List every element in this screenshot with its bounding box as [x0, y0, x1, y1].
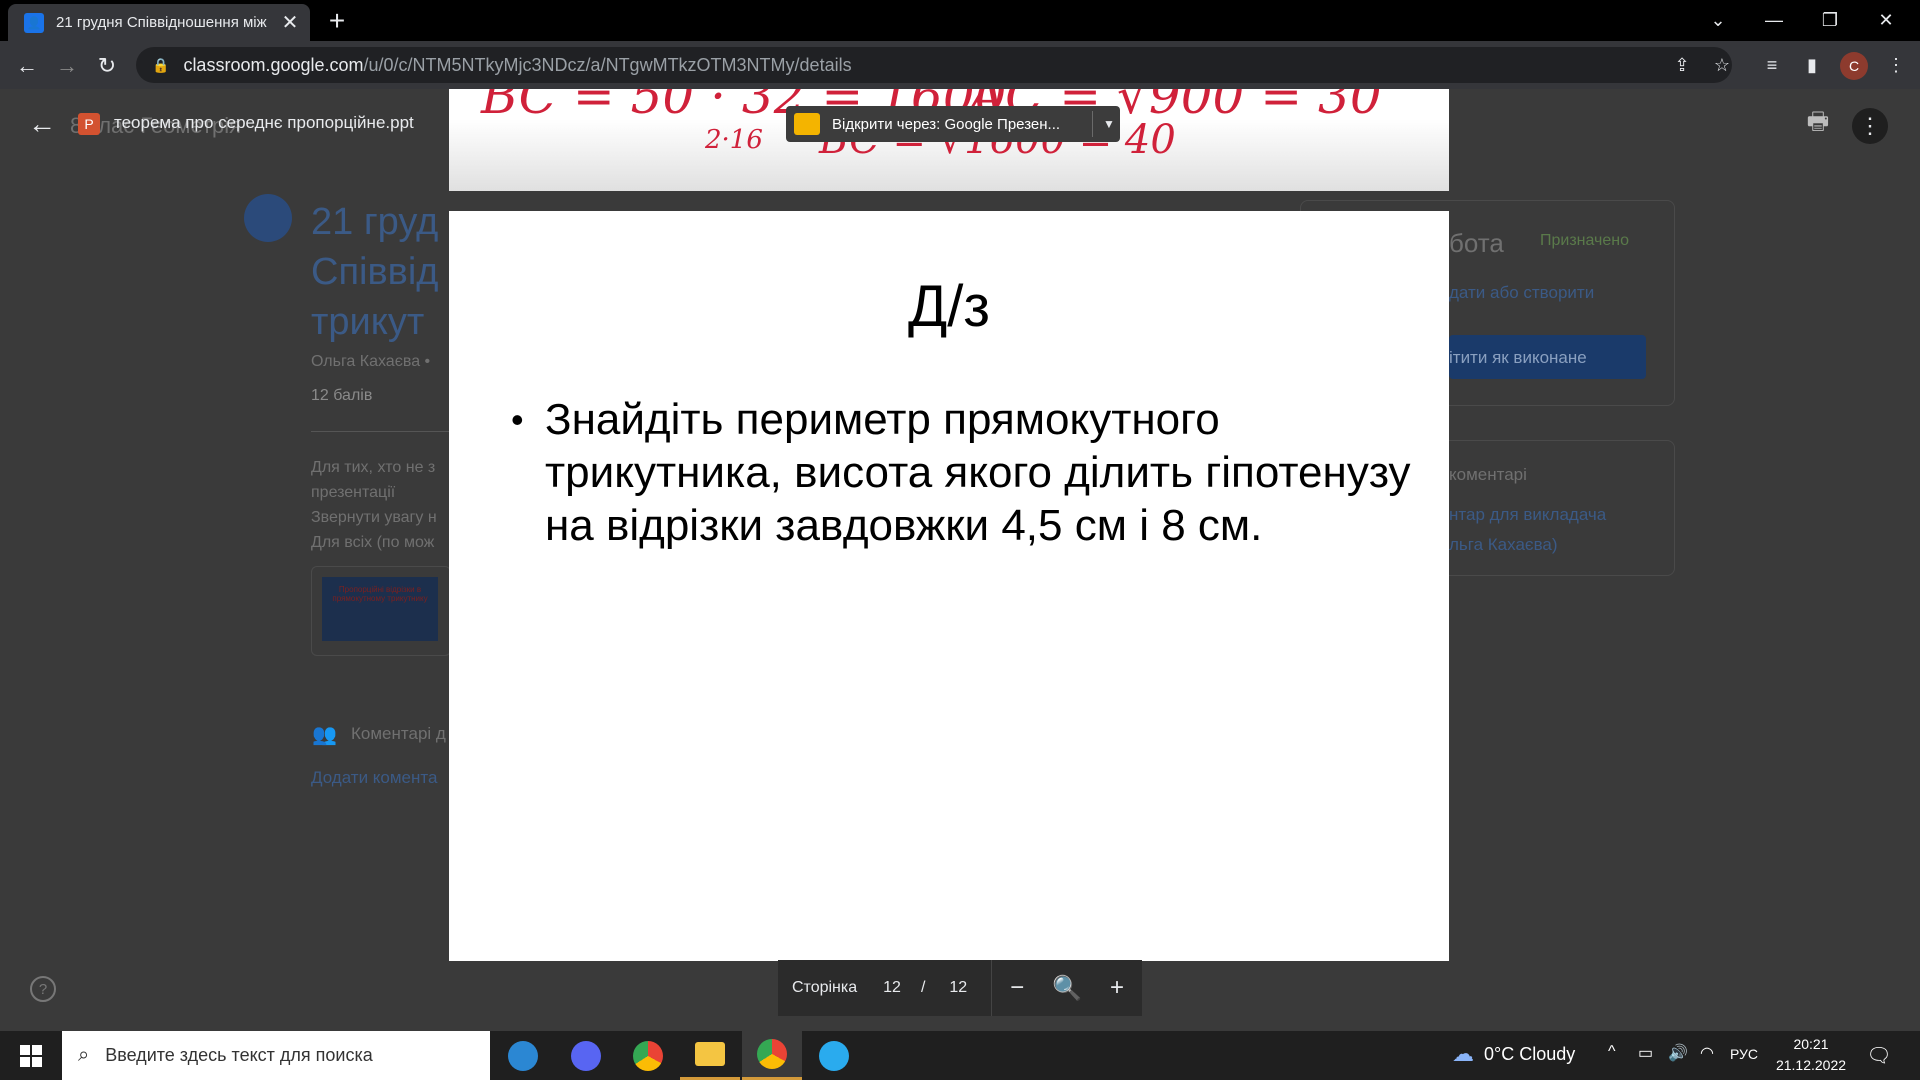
taskbar-search-input[interactable]: ⌕ Введите здесь текст для поиска: [62, 1031, 490, 1080]
attachment-thumbnail: Пропорційні відрізки в прямокутному трик…: [322, 577, 438, 641]
windows-start-button[interactable]: [0, 1031, 62, 1080]
add-or-create-button[interactable]: дати або створити: [1449, 283, 1594, 303]
show-hidden-icons-chevron-icon[interactable]: ^: [1608, 1043, 1616, 1061]
search-icon: ⌕: [78, 1044, 90, 1066]
media-control-icon[interactable]: ≡: [1756, 49, 1788, 81]
taskbar-clock[interactable]: 20:21 21.12.2022: [1770, 1034, 1852, 1076]
handwritten-product: 2·16: [705, 125, 763, 155]
mark-done-label: ітити як виконане: [1449, 348, 1587, 367]
battery-icon[interactable]: ▭: [1638, 1043, 1653, 1063]
page-label: Сторінка: [792, 979, 858, 996]
restore-button[interactable]: ❐: [1802, 0, 1858, 41]
volume-icon[interactable]: 🔊: [1668, 1043, 1688, 1063]
taskbar-telegram-icon[interactable]: [804, 1031, 864, 1080]
notification-center-icon[interactable]: 🗨: [1864, 1043, 1894, 1068]
more-actions-icon[interactable]: ⋮: [1852, 108, 1888, 144]
lock-icon[interactable]: 🔒: [152, 57, 169, 74]
slide-title: Д/з: [908, 274, 990, 339]
assignment-author: Ольга Кахаєва •: [311, 353, 431, 370]
open-with-button[interactable]: Відкрити через: Google Презен... ▼: [786, 106, 1120, 142]
side-panel-icon[interactable]: ▮: [1796, 49, 1828, 81]
class-comments-label: Коментарі д: [351, 724, 446, 743]
assignment-points: 12 балів: [311, 387, 373, 404]
taskbar-chrome-icon[interactable]: [618, 1031, 678, 1080]
language-indicator[interactable]: РУС: [1730, 1046, 1758, 1062]
add-comment-link[interactable]: Додати комента: [311, 768, 437, 788]
new-tab-button[interactable]: +: [322, 6, 352, 36]
tab-title: 21 грудня Співвідношення між: [56, 14, 267, 31]
taskbar-chrome-profile-icon[interactable]: [742, 1031, 802, 1080]
zoom-reset-icon[interactable]: 🔍: [1042, 974, 1092, 1003]
classroom-favicon-icon: 👤: [24, 12, 44, 33]
windows-logo-icon: [20, 1044, 42, 1067]
close-tab-icon[interactable]: ✕: [280, 10, 300, 35]
divider: [1092, 111, 1093, 137]
help-icon[interactable]: ?: [30, 976, 56, 1002]
page-controls: Сторінка 12 / 12 − 🔍 +: [778, 960, 1142, 1016]
assigned-status: Призначено: [1540, 232, 1630, 249]
close-viewer-back-icon[interactable]: ←: [24, 106, 60, 142]
your-work-title: бота: [1449, 228, 1504, 258]
clock-date: 21.12.2022: [1775, 1057, 1847, 1073]
taskbar-explorer-icon[interactable]: [680, 1031, 740, 1080]
add-private-comment-link[interactable]: нтар для викладача: [1449, 505, 1606, 525]
assignment-description: Для тих, хто не з презентації Звернути у…: [311, 459, 437, 551]
browser-tab[interactable]: 👤 21 грудня Співвідношення між ✕: [8, 4, 310, 41]
menu-kebab-icon[interactable]: ⋮: [1880, 49, 1912, 81]
total-pages: 12: [949, 979, 968, 996]
zoom-in-button[interactable]: +: [1092, 974, 1142, 1002]
viewer-file-name: теорема про середнє пропорційне.ppt: [114, 113, 414, 132]
search-placeholder: Введите здесь текст для поиска: [105, 1045, 373, 1065]
back-button[interactable]: ←: [10, 49, 44, 83]
address-bar[interactable]: 🔒 classroom.google.com/u/0/c/NTM5NTkyMjc…: [136, 47, 1732, 83]
zoom-out-button[interactable]: −: [992, 974, 1042, 1002]
share-icon[interactable]: ⇪: [1666, 49, 1698, 81]
forward-button[interactable]: →: [50, 49, 84, 83]
people-icon: 👥: [312, 724, 337, 746]
taskbar-discord-icon[interactable]: [556, 1031, 616, 1080]
url-host: classroom.google.com: [183, 54, 364, 75]
taskbar-edge-icon[interactable]: [493, 1031, 553, 1080]
current-page-input[interactable]: 12: [883, 979, 901, 997]
open-with-label: Відкрити через: Google Презен...: [832, 115, 1061, 133]
teacher-name: льга Кахаєва): [1449, 535, 1558, 554]
clock-time: 20:21: [1793, 1036, 1829, 1052]
private-comments-label: коментарі: [1449, 465, 1527, 484]
divider: [311, 431, 451, 432]
url-path: /u/0/c/NTM5NTkyMjc3NDcz/a/NTgwMTkzOTM3NT…: [363, 54, 852, 75]
powerpoint-file-icon: P: [78, 113, 100, 135]
profile-avatar[interactable]: C: [1840, 52, 1868, 80]
slide-bullet-text: Знайдіть периметр прямокутного трикутник…: [545, 395, 1411, 550]
minimize-button[interactable]: —: [1746, 0, 1802, 41]
reload-button[interactable]: ↻: [90, 49, 124, 83]
cloud-icon: ☁: [1452, 1041, 1474, 1066]
google-slides-icon: [794, 113, 820, 135]
tab-search-icon[interactable]: ⌄: [1690, 0, 1746, 41]
close-window-button[interactable]: ✕: [1858, 0, 1914, 41]
assignment-title: 21 груд Співвід трикут: [311, 201, 439, 343]
weather-text: 0°C Cloudy: [1484, 1043, 1576, 1064]
slide-bullet: • Знайдіть периметр прямокутного трикутн…: [511, 393, 1411, 552]
wifi-icon[interactable]: ◠: [1700, 1043, 1714, 1063]
bookmark-star-icon[interactable]: ☆: [1706, 49, 1738, 81]
page-separator: /: [920, 979, 926, 996]
chevron-down-icon[interactable]: ▼: [1103, 117, 1115, 131]
current-slide: Д/з • Знайдіть периметр прямокутного три…: [449, 211, 1449, 961]
print-icon[interactable]: 🖶: [1802, 108, 1834, 140]
weather-widget[interactable]: ☁ 0°C Cloudy: [1452, 1041, 1575, 1067]
bullet-dot: •: [511, 399, 524, 440]
assignment-icon: [244, 194, 292, 242]
